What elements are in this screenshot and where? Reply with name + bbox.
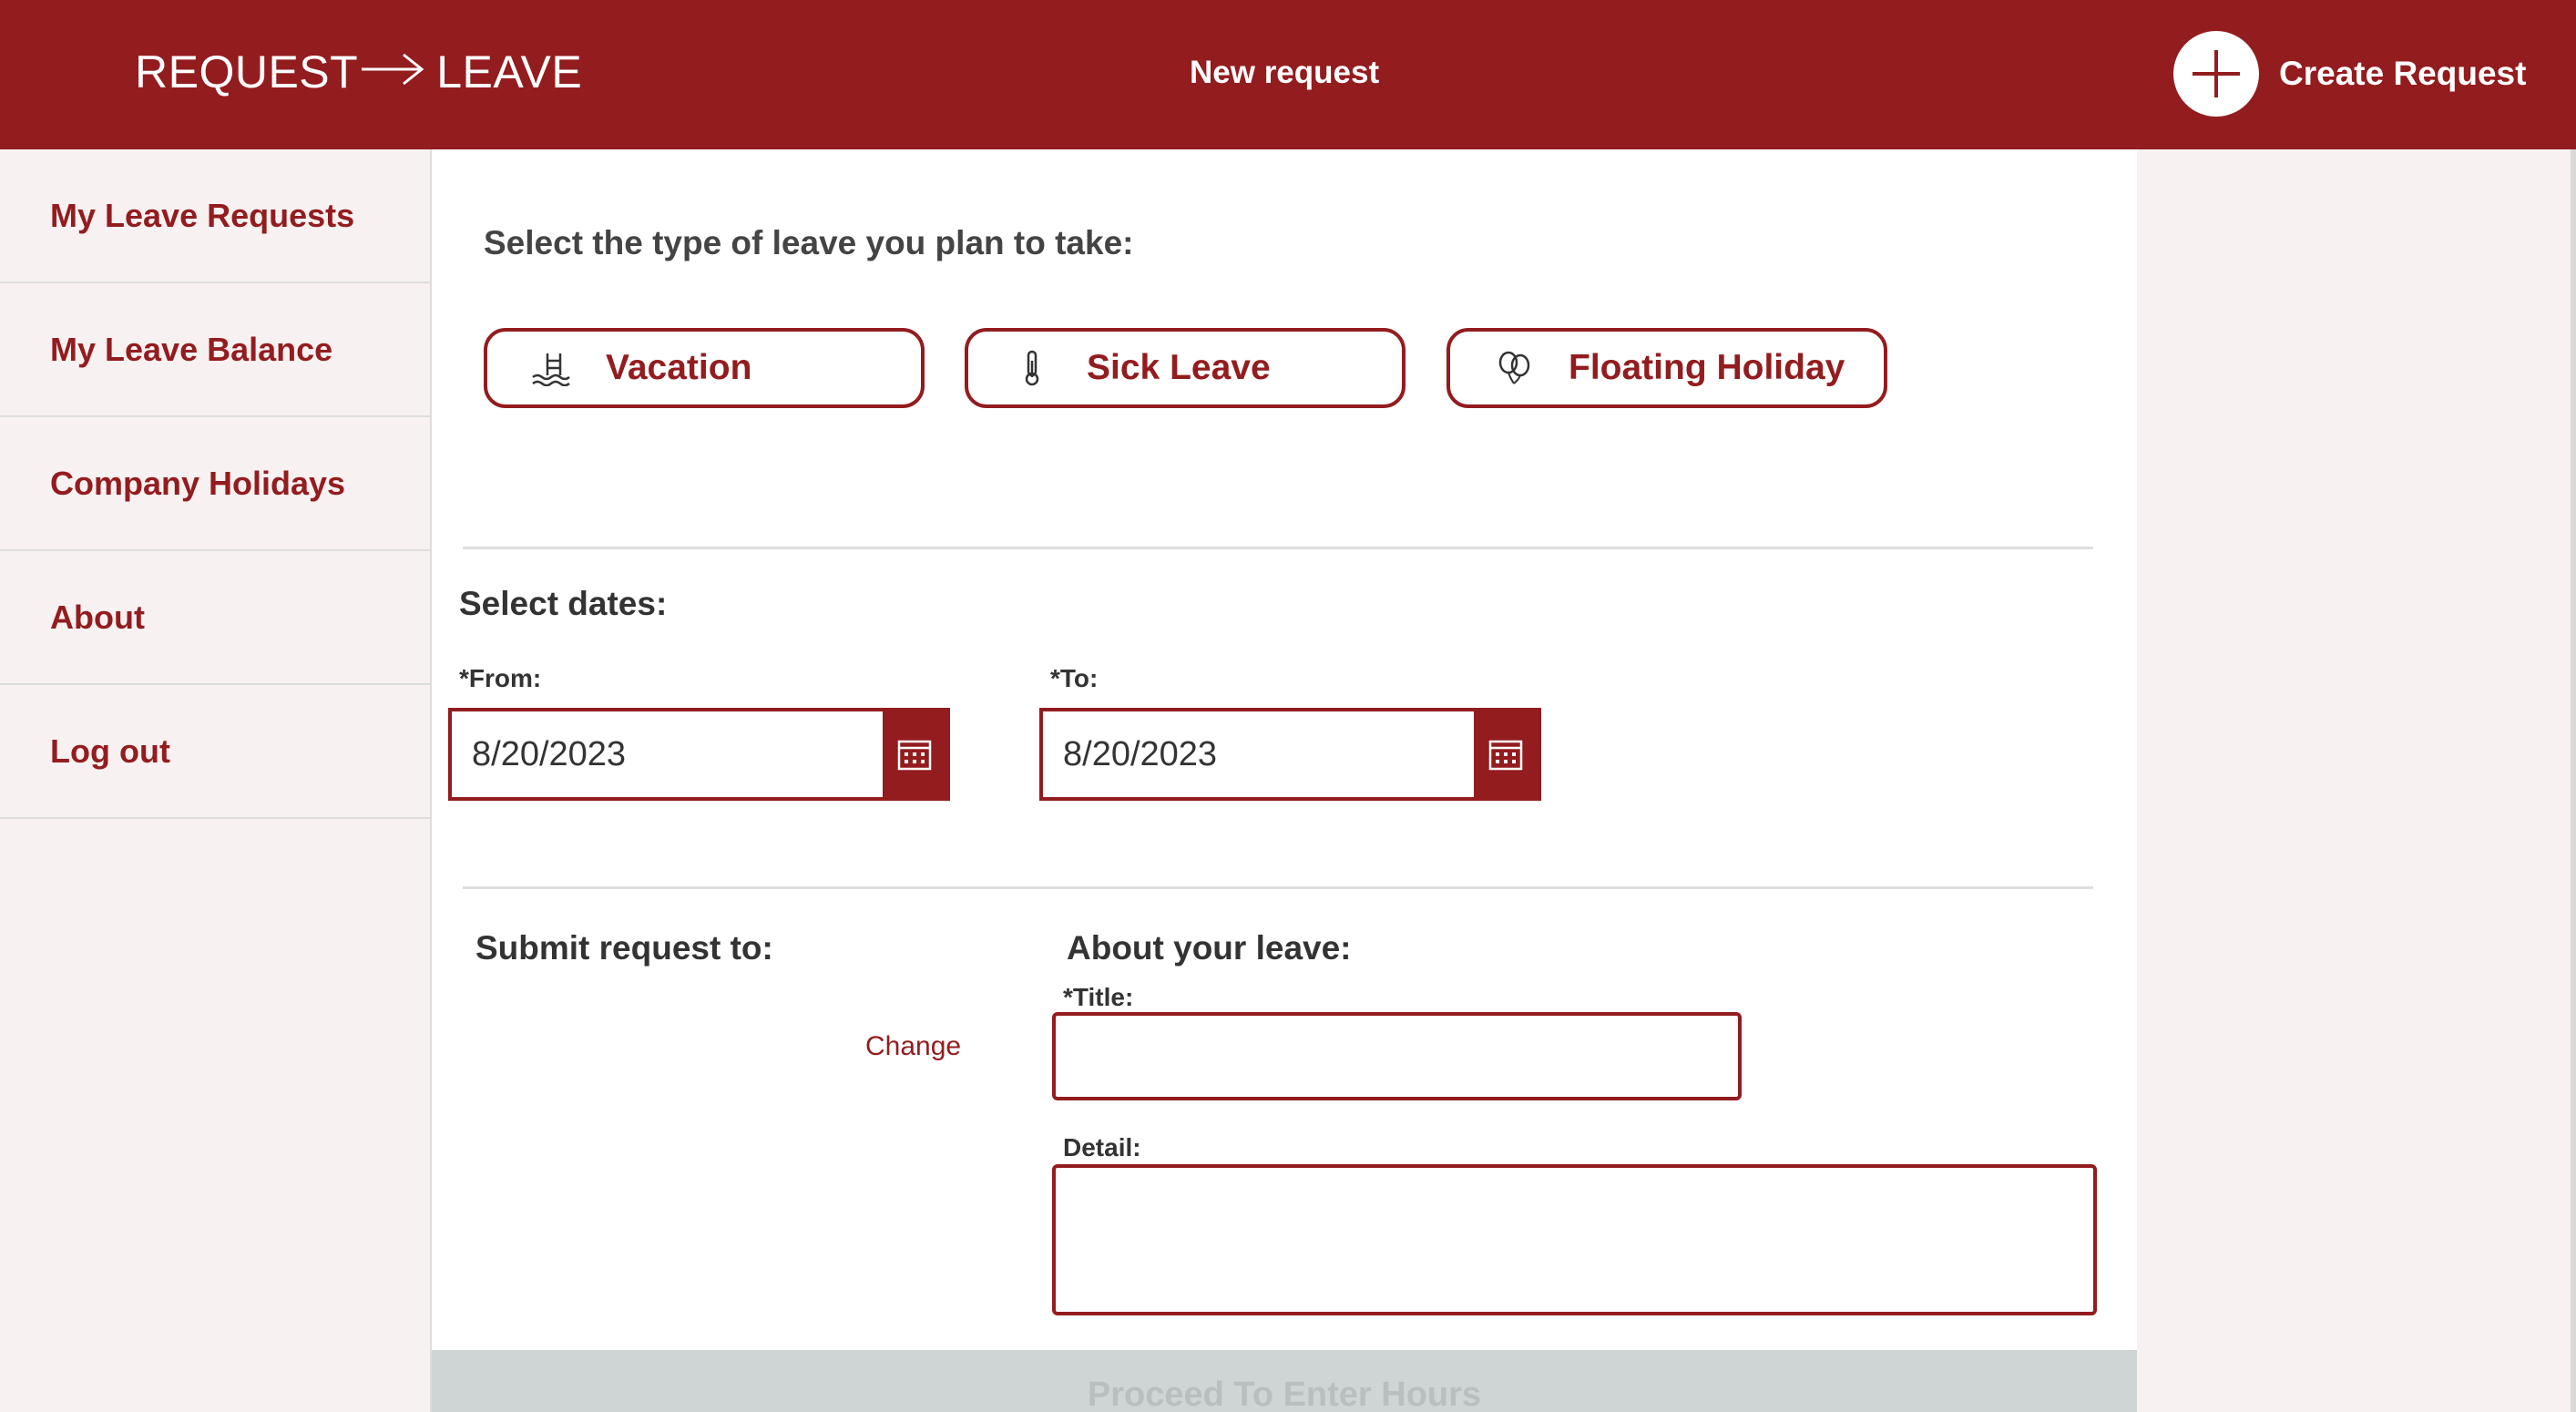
- logo-text-request: REQUEST: [135, 46, 359, 97]
- sick-leave-button[interactable]: Sick Leave: [965, 328, 1406, 408]
- create-request-label: Create Request: [2279, 55, 2527, 92]
- page-title: New request: [1190, 55, 1380, 90]
- app-header: REQUEST LEAVE New request Create Request: [0, 0, 2576, 149]
- calendar-icon: [1488, 740, 1523, 771]
- from-calendar-button[interactable]: [883, 711, 946, 797]
- from-date-input[interactable]: [452, 712, 893, 796]
- to-date-input[interactable]: [1043, 712, 1484, 796]
- logo-arrow-icon: [362, 46, 425, 98]
- vacation-button[interactable]: Vacation: [484, 328, 925, 408]
- title-field[interactable]: [1052, 1012, 1742, 1100]
- create-request-button[interactable]: Create Request: [2173, 31, 2526, 117]
- sick-leave-label: Sick Leave: [1087, 348, 1271, 387]
- sidebar-item-label: About: [50, 598, 145, 636]
- sidebar-item-my-leave-balance[interactable]: My Leave Balance: [0, 283, 430, 417]
- proceed-label: Proceed To Enter Hours: [1087, 1376, 1482, 1412]
- about-leave-title: About your leave:: [1067, 929, 1352, 967]
- sidebar-item-label: Company Holidays: [50, 464, 346, 502]
- leave-type-prompt: Select the type of leave you plan to tak…: [484, 224, 1134, 261]
- sidebar: My Leave Requests My Leave Balance Compa…: [0, 149, 432, 1412]
- sidebar-item-log-out[interactable]: Log out: [0, 685, 430, 819]
- select-dates-title: Select dates:: [459, 585, 668, 622]
- sidebar-item-about[interactable]: About: [0, 551, 430, 685]
- sidebar-item-company-holidays[interactable]: Company Holidays: [0, 417, 430, 551]
- from-label: *From:: [459, 664, 542, 692]
- to-label: *To:: [1050, 664, 1099, 692]
- sidebar-item-label: My Leave Requests: [50, 196, 355, 234]
- pool-ladder-icon: [524, 350, 578, 386]
- to-date-field[interactable]: [1039, 708, 1541, 801]
- thermometer-icon: [1005, 350, 1059, 386]
- to-calendar-button[interactable]: [1474, 711, 1538, 797]
- logo-text-leave: LEAVE: [436, 46, 583, 97]
- detail-label: Detail:: [1063, 1133, 1141, 1161]
- balloons-icon: [1487, 350, 1541, 386]
- floating-holiday-label: Floating Holiday: [1569, 348, 1845, 387]
- new-request-form: Select the type of leave you plan to tak…: [432, 149, 2137, 1412]
- sidebar-item-my-leave-requests[interactable]: My Leave Requests: [0, 149, 430, 283]
- submit-request-title: Submit request to:: [475, 929, 773, 967]
- title-input[interactable]: [1056, 1016, 1738, 1097]
- title-label: *Title:: [1063, 983, 1134, 1011]
- detail-field[interactable]: [1052, 1164, 2097, 1315]
- scrollbar-track[interactable]: [2571, 149, 2576, 1412]
- change-approver-link[interactable]: Change: [865, 1031, 961, 1062]
- sidebar-item-label: My Leave Balance: [50, 330, 333, 368]
- sidebar-item-label: Log out: [50, 732, 170, 770]
- section-divider: [463, 886, 2093, 889]
- section-divider: [463, 547, 2093, 549]
- floating-holiday-button[interactable]: Floating Holiday: [1446, 328, 1887, 408]
- detail-textarea[interactable]: [1056, 1168, 2093, 1312]
- vacation-label: Vacation: [606, 348, 752, 387]
- app-logo[interactable]: REQUEST LEAVE: [135, 46, 582, 98]
- from-date-field[interactable]: [448, 708, 950, 801]
- proceed-to-enter-hours-button[interactable]: Proceed To Enter Hours: [432, 1350, 2137, 1412]
- calendar-icon: [897, 740, 932, 771]
- right-blank-area: [2137, 149, 2576, 1412]
- plus-icon: [2173, 31, 2259, 117]
